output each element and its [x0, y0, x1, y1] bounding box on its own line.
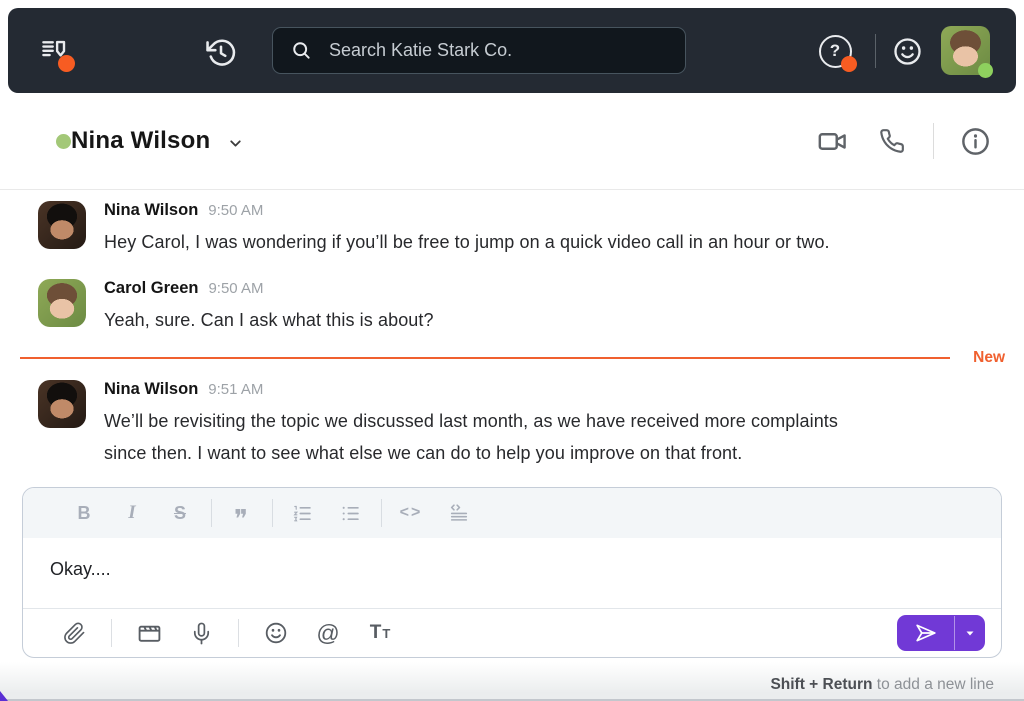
microphone-icon[interactable]: [186, 618, 216, 648]
message-input[interactable]: Okay....: [23, 538, 1001, 600]
channel-header: Nina Wilson: [0, 93, 1024, 190]
composer-divider: [238, 619, 239, 647]
newline-hint: Shift + Return to add a new line: [770, 676, 994, 694]
channel-header-divider: [933, 123, 934, 159]
avatar[interactable]: [38, 279, 86, 327]
newline-hint-keys: Shift + Return: [770, 676, 873, 693]
avatar[interactable]: [38, 380, 86, 428]
presence-dot: [56, 133, 71, 149]
at-glyph: @: [316, 619, 340, 646]
ordered-list-icon[interactable]: [285, 498, 319, 528]
message-timestamp: 9:50 AM: [208, 202, 264, 219]
user-avatar[interactable]: [941, 26, 993, 78]
online-status-dot: [978, 63, 993, 78]
formatting-toolbar: B I S ❞ <>: [23, 488, 1001, 538]
mention-icon[interactable]: @: [313, 618, 343, 648]
top-bar: ?: [8, 8, 1016, 93]
custom-status-emoji-icon[interactable]: [890, 34, 924, 68]
channel-actions: [815, 123, 992, 159]
toolbar-divider: [211, 499, 212, 527]
bold-icon[interactable]: B: [67, 498, 101, 528]
toolbar-divider: [272, 499, 273, 527]
strikethrough-icon[interactable]: S: [163, 498, 197, 528]
message-author[interactable]: Nina Wilson: [104, 199, 198, 221]
message-text: Yeah, sure. Can I ask what this is about…: [104, 310, 434, 330]
message-row: Nina Wilson 9:50 AM Hey Carol, I was won…: [0, 190, 1024, 268]
send-button-group: [897, 615, 985, 651]
new-messages-label: New: [973, 349, 1005, 366]
bullet-list-icon[interactable]: [333, 498, 367, 528]
help-icon[interactable]: ?: [818, 34, 857, 72]
send-button[interactable]: [897, 615, 954, 651]
message-text: Hey Carol, I was wondering if you’ll be …: [104, 232, 830, 252]
attachment-icon[interactable]: [59, 618, 89, 648]
history-glyph: [206, 39, 236, 66]
message-row: Nina Wilson 9:51 AM We’ll be revisiting …: [0, 369, 1024, 479]
new-messages-line: [20, 357, 950, 359]
top-bar-divider: [875, 34, 876, 68]
search-bar[interactable]: [272, 27, 686, 74]
new-messages-divider: New: [0, 347, 1024, 368]
chevron-down-icon[interactable]: [227, 135, 244, 152]
phone-call-icon[interactable]: [875, 124, 909, 158]
text-format-icon[interactable]: TT: [365, 618, 395, 648]
code-block-icon[interactable]: [442, 498, 476, 528]
channel-list-icon[interactable]: [35, 32, 75, 72]
tt-glyph: TT: [369, 622, 391, 643]
message-text: We’ll be revisiting the topic we discuss…: [104, 411, 839, 463]
italic-icon[interactable]: I: [115, 498, 149, 528]
video-clip-icon[interactable]: [134, 618, 164, 648]
smiley-glyph: [893, 37, 921, 65]
unread-badge-dot: [58, 55, 75, 72]
info-icon[interactable]: [958, 124, 992, 158]
channel-name[interactable]: Nina Wilson: [71, 127, 210, 155]
mouse-cursor-artifact: [0, 691, 8, 701]
message-author[interactable]: Nina Wilson: [104, 378, 198, 400]
app-window: ? Nina Wilson: [0, 0, 1024, 701]
search-icon: [293, 42, 310, 59]
send-options-caret-icon[interactable]: [955, 615, 985, 651]
help-badge-dot: [841, 56, 857, 72]
blockquote-icon[interactable]: ❞: [224, 498, 258, 532]
video-call-icon[interactable]: [815, 124, 849, 158]
toolbar-divider: [381, 499, 382, 527]
inline-code-icon[interactable]: <>: [394, 498, 428, 528]
message-list: Nina Wilson 9:50 AM Hey Carol, I was won…: [0, 190, 1024, 479]
newline-hint-text: to add a new line: [872, 676, 994, 693]
message-author[interactable]: Carol Green: [104, 277, 198, 299]
emoji-icon[interactable]: [261, 618, 291, 648]
message-timestamp: 9:50 AM: [208, 280, 264, 297]
message-row: Carol Green 9:50 AM Yeah, sure. Can I as…: [0, 268, 1024, 346]
search-input[interactable]: [327, 39, 671, 62]
composer-actions: @ TT: [23, 608, 1001, 657]
history-icon[interactable]: [202, 34, 240, 72]
avatar[interactable]: [38, 201, 86, 249]
message-timestamp: 9:51 AM: [208, 381, 264, 398]
composer-divider: [111, 619, 112, 647]
message-composer: B I S ❞ <> Okay.... @ T T: [22, 487, 1002, 658]
